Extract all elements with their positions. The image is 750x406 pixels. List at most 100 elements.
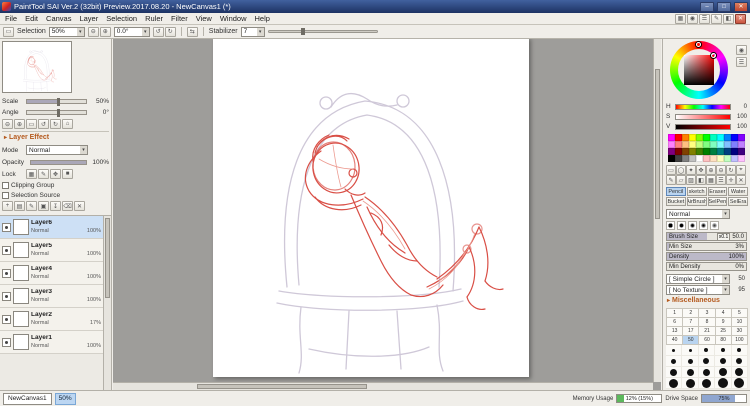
- rotate-ccw-icon[interactable]: ↺: [38, 119, 49, 129]
- layer-row-layer1[interactable]: Layer1 Normal 100%: [0, 331, 103, 354]
- brush-size-preset[interactable]: 80: [715, 336, 732, 345]
- min-size-slider[interactable]: Min Size 3%: [666, 242, 747, 251]
- brush-size-preset-dot[interactable]: [715, 345, 732, 356]
- brush-size-preset-dot[interactable]: [731, 356, 748, 367]
- menu-item-view[interactable]: View: [192, 13, 216, 24]
- menu-item-filter[interactable]: Filter: [167, 13, 192, 24]
- menu-item-window[interactable]: Window: [216, 13, 251, 24]
- canvas-area[interactable]: [113, 39, 661, 390]
- canvas-vertical-scrollbar[interactable]: [653, 39, 661, 382]
- lasso-icon[interactable]: ◯: [676, 165, 686, 175]
- rect-select-icon[interactable]: ▭: [666, 165, 676, 175]
- rotate-cw-icon[interactable]: ↻: [50, 119, 61, 129]
- layer-list-scrollbar[interactable]: [103, 215, 111, 390]
- duplicate-layer-icon[interactable]: ▣: [38, 201, 49, 211]
- layer-visibility-toggle[interactable]: [2, 245, 11, 255]
- zoom-select[interactable]: 50% ▾: [48, 26, 85, 37]
- brush-size-preset-dot[interactable]: [731, 345, 748, 356]
- close-panel-icon[interactable]: ✕: [735, 13, 746, 24]
- brush-size-preset-dot[interactable]: [666, 378, 683, 389]
- color-swatch[interactable]: [731, 141, 738, 148]
- color-swatch[interactable]: [703, 134, 710, 141]
- brush-tip-icon[interactable]: [688, 221, 697, 230]
- layer-visibility-toggle[interactable]: [2, 314, 11, 324]
- wheel-mode-icon[interactable]: ◉: [736, 45, 747, 55]
- layer-row-layer6[interactable]: Layer6 Normal 100%: [0, 216, 103, 239]
- brush-tip-icon[interactable]: [677, 221, 686, 230]
- lines-icon[interactable]: ☰: [716, 175, 726, 185]
- pen-icon[interactable]: ✎: [666, 175, 676, 185]
- color-swatch[interactable]: [738, 134, 745, 141]
- color-swatch[interactable]: [738, 148, 745, 155]
- tool-selpen[interactable]: SelPen: [707, 197, 728, 206]
- color-swatch[interactable]: [710, 134, 717, 141]
- color-swatch[interactable]: [717, 141, 724, 148]
- color-swatch[interactable]: [738, 141, 745, 148]
- zoom-out-icon[interactable]: ⊖: [87, 26, 99, 37]
- clear-layer-icon[interactable]: ⌫: [62, 201, 73, 211]
- color-swatch[interactable]: [696, 141, 703, 148]
- color-swatch[interactable]: [710, 155, 717, 162]
- menu-item-edit[interactable]: Edit: [21, 13, 42, 24]
- brush-size-preset-dot[interactable]: [698, 345, 716, 356]
- brush-size-preset[interactable]: 2: [683, 309, 700, 318]
- lock-position-icon[interactable]: ✥: [50, 169, 61, 179]
- layout-panel-icon[interactable]: ◧: [723, 13, 734, 24]
- color-swatch[interactable]: [682, 134, 689, 141]
- size-multiplier-button[interactable]: x0.1: [716, 233, 731, 240]
- slider-mode-icon[interactable]: ☰: [736, 57, 747, 67]
- layer-effect-section[interactable]: ▸ Layer Effect: [4, 134, 49, 141]
- halftone-icon[interactable]: ◧: [696, 175, 706, 185]
- canvas-horizontal-scrollbar[interactable]: [113, 382, 653, 390]
- menu-item-canvas[interactable]: Canvas: [42, 13, 75, 24]
- color-swatch[interactable]: [682, 141, 689, 148]
- brush-texture-select[interactable]: [ No Texture ] ▾: [666, 285, 730, 295]
- grid-icon[interactable]: ▦: [706, 175, 716, 185]
- color-swatch[interactable]: [675, 134, 682, 141]
- color-swatch[interactable]: [675, 141, 682, 148]
- color-swatch[interactable]: [710, 148, 717, 155]
- selection-mode-icon[interactable]: ▭: [3, 26, 14, 37]
- zoom-fit-icon[interactable]: ▭: [26, 119, 37, 129]
- brush-size-preset-dot[interactable]: [666, 345, 683, 356]
- opacity-slider[interactable]: [30, 159, 87, 165]
- zoom-out-icon[interactable]: ⊖: [716, 165, 726, 175]
- brush-size-preset[interactable]: 50: [683, 336, 700, 345]
- brush-size-preset[interactable]: 4: [715, 309, 732, 318]
- stabilizer-slider[interactable]: [267, 28, 378, 35]
- brush-size-preset-dot[interactable]: [715, 367, 732, 378]
- layer-visibility-toggle[interactable]: [2, 337, 11, 347]
- brush-size-preset[interactable]: 40: [667, 336, 684, 345]
- brush-shape-select[interactable]: [ Simple Circle ] ▾: [666, 274, 730, 284]
- brush-size-slider[interactable]: Brush Size x0.1 50.0: [666, 232, 747, 241]
- new-layer-icon[interactable]: +: [2, 201, 13, 211]
- menu-item-file[interactable]: File: [1, 13, 21, 24]
- brush-size-preset[interactable]: 13: [667, 327, 684, 336]
- clear-icon[interactable]: ✕: [736, 175, 746, 185]
- lock-all-icon[interactable]: ■: [62, 169, 73, 179]
- layer-row-layer2[interactable]: Layer2 Normal 17%: [0, 308, 103, 331]
- menu-item-help[interactable]: Help: [251, 13, 274, 24]
- color-swatch[interactable]: [689, 134, 696, 141]
- miscellaneous-section[interactable]: ▸ Miscellaneous: [667, 297, 720, 304]
- color-swatch[interactable]: [668, 155, 675, 162]
- magic-wand-icon[interactable]: ✦: [686, 165, 696, 175]
- color-swatch[interactable]: [689, 148, 696, 155]
- menu-item-ruler[interactable]: Ruler: [141, 13, 167, 24]
- color-swatch[interactable]: [668, 141, 675, 148]
- saturation-slider[interactable]: [675, 113, 731, 120]
- brush-size-preset[interactable]: 21: [699, 327, 716, 336]
- color-swatch[interactable]: [703, 148, 710, 155]
- color-swatch[interactable]: [675, 155, 682, 162]
- color-swatch[interactable]: [731, 134, 738, 141]
- canvas-page[interactable]: [213, 39, 529, 377]
- density-slider[interactable]: Density 100%: [666, 252, 747, 261]
- zoom-in-icon[interactable]: ⊕: [706, 165, 716, 175]
- color-swatch[interactable]: [689, 141, 696, 148]
- rotate-ccw-icon[interactable]: ↺: [152, 26, 164, 37]
- brush-size-preset-dot[interactable]: [666, 367, 683, 378]
- color-wheel[interactable]: [670, 41, 728, 99]
- tool-bucket[interactable]: Bucket: [666, 197, 686, 206]
- brush-size-preset-dot[interactable]: [698, 378, 716, 389]
- scale-slider[interactable]: [26, 97, 87, 106]
